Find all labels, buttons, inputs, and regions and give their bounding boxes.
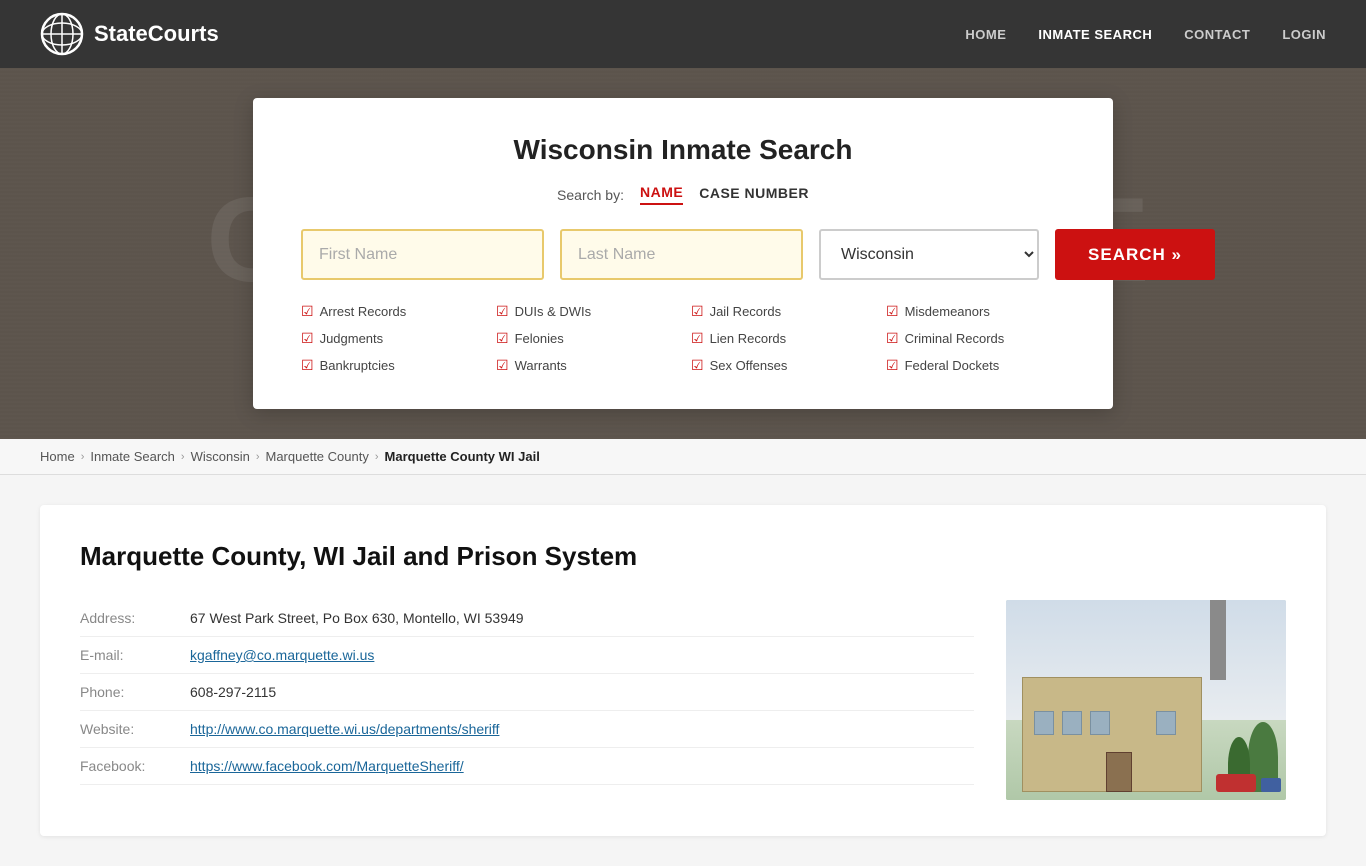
logo-icon: [40, 12, 84, 56]
checkbox-icon: ☑: [301, 357, 314, 374]
breadcrumb-wisconsin[interactable]: Wisconsin: [191, 449, 250, 464]
info-row-facebook: Facebook: https://www.facebook.com/Marqu…: [80, 748, 974, 785]
info-row-address: Address: 67 West Park Street, Po Box 630…: [80, 600, 974, 637]
breadcrumb-marquette-county[interactable]: Marquette County: [266, 449, 369, 464]
checkbox-federal-dockets: ☑ Federal Dockets: [886, 354, 1065, 377]
checkbox-bankruptcies: ☑ Bankruptcies: [301, 354, 480, 377]
checkbox-icon: ☑: [691, 357, 704, 374]
checkbox-duis: ☑ DUIs & DWIs: [496, 300, 675, 323]
content-layout: Address: 67 West Park Street, Po Box 630…: [80, 600, 1286, 800]
breadcrumb-inmate-search[interactable]: Inmate Search: [90, 449, 175, 464]
breadcrumb-current: Marquette County WI Jail: [385, 449, 540, 464]
content-card: Marquette County, WI Jail and Prison Sys…: [40, 505, 1326, 836]
first-name-input[interactable]: [301, 229, 544, 280]
tab-case-number[interactable]: CASE NUMBER: [699, 185, 809, 204]
checkbox-icon: ☑: [691, 303, 704, 320]
jail-image: [1006, 600, 1286, 800]
checkbox-label: Jail Records: [710, 304, 782, 319]
search-card-title: Wisconsin Inmate Search: [301, 134, 1065, 166]
checkbox-criminal-records: ☑ Criminal Records: [886, 327, 1065, 350]
checkbox-icon: ☑: [301, 330, 314, 347]
breadcrumb-home[interactable]: Home: [40, 449, 75, 464]
checkbox-label: DUIs & DWIs: [515, 304, 592, 319]
info-row-phone: Phone: 608-297-2115: [80, 674, 974, 711]
info-label-phone: Phone:: [80, 684, 190, 700]
info-value-email[interactable]: kgaffney@co.marquette.wi.us: [190, 647, 374, 663]
nav-contact[interactable]: CONTACT: [1184, 27, 1250, 42]
content-area: Marquette County, WI Jail and Prison Sys…: [0, 475, 1366, 866]
checkbox-icon: ☑: [301, 303, 314, 320]
checkbox-lien-records: ☑ Lien Records: [691, 327, 870, 350]
checkbox-icon: ☑: [886, 330, 899, 347]
info-row-email: E-mail: kgaffney@co.marquette.wi.us: [80, 637, 974, 674]
checkbox-judgments: ☑ Judgments: [301, 327, 480, 350]
checkbox-label: Misdemeanors: [905, 304, 990, 319]
checkbox-jail-records: ☑ Jail Records: [691, 300, 870, 323]
search-by-label: Search by:: [557, 187, 624, 203]
info-label-website: Website:: [80, 721, 190, 737]
hero-area: COURTHOUSE Wisconsin Inmate Search Searc…: [0, 68, 1366, 439]
search-by-row: Search by: NAME CASE NUMBER: [301, 184, 1065, 205]
logo-text: StateCourts: [94, 21, 219, 47]
last-name-input[interactable]: [560, 229, 803, 280]
info-value-address: 67 West Park Street, Po Box 630, Montell…: [190, 610, 524, 626]
info-label-address: Address:: [80, 610, 190, 626]
site-nav: HOME INMATE SEARCH CONTACT LOGIN: [965, 27, 1326, 42]
car-2: [1261, 778, 1281, 792]
breadcrumb-sep-1: ›: [81, 451, 85, 463]
breadcrumb-sep-4: ›: [375, 451, 379, 463]
checkbox-icon: ☑: [496, 330, 509, 347]
checkbox-label: Criminal Records: [905, 331, 1005, 346]
search-card: Wisconsin Inmate Search Search by: NAME …: [253, 98, 1113, 409]
info-label-email: E-mail:: [80, 647, 190, 663]
checkboxes-grid: ☑ Arrest Records ☑ DUIs & DWIs ☑ Jail Re…: [301, 300, 1065, 377]
checkbox-label: Judgments: [320, 331, 384, 346]
info-value-website[interactable]: http://www.co.marquette.wi.us/department…: [190, 721, 499, 737]
state-select[interactable]: Wisconsin AlabamaAlaskaArizona ArkansasC…: [819, 229, 1039, 280]
checkbox-arrest-records: ☑ Arrest Records: [301, 300, 480, 323]
window-3: [1090, 711, 1110, 735]
checkbox-icon: ☑: [886, 303, 899, 320]
checkbox-label: Federal Dockets: [905, 358, 1000, 373]
search-inputs-row: Wisconsin AlabamaAlaskaArizona ArkansasC…: [301, 229, 1065, 280]
nav-login[interactable]: LOGIN: [1282, 27, 1326, 42]
checkbox-icon: ☑: [496, 303, 509, 320]
checkbox-warrants: ☑ Warrants: [496, 354, 675, 377]
checkbox-label: Arrest Records: [320, 304, 407, 319]
checkbox-icon: ☑: [886, 357, 899, 374]
checkbox-label: Warrants: [515, 358, 567, 373]
tower: [1210, 600, 1226, 680]
site-header: StateCourts HOME INMATE SEARCH CONTACT L…: [0, 0, 1366, 68]
car-1: [1216, 774, 1256, 792]
info-label-facebook: Facebook:: [80, 758, 190, 774]
tab-name[interactable]: NAME: [640, 184, 683, 205]
breadcrumb: Home › Inmate Search › Wisconsin › Marqu…: [0, 439, 1366, 475]
window-1: [1034, 711, 1054, 735]
checkbox-label: Felonies: [515, 331, 564, 346]
info-section: Address: 67 West Park Street, Po Box 630…: [80, 600, 974, 785]
checkbox-icon: ☑: [691, 330, 704, 347]
info-value-phone: 608-297-2115: [190, 684, 276, 700]
checkbox-sex-offenses: ☑ Sex Offenses: [691, 354, 870, 377]
search-button[interactable]: SEARCH »: [1055, 229, 1215, 280]
logo[interactable]: StateCourts: [40, 12, 219, 56]
window-2: [1062, 711, 1082, 735]
breadcrumb-sep-3: ›: [256, 451, 260, 463]
info-row-website: Website: http://www.co.marquette.wi.us/d…: [80, 711, 974, 748]
breadcrumb-sep-2: ›: [181, 451, 185, 463]
door: [1106, 752, 1132, 792]
checkbox-misdemeanors: ☑ Misdemeanors: [886, 300, 1065, 323]
window-4: [1156, 711, 1176, 735]
info-value-facebook[interactable]: https://www.facebook.com/MarquetteSherif…: [190, 758, 464, 774]
nav-home[interactable]: HOME: [965, 27, 1006, 42]
nav-inmate-search[interactable]: INMATE SEARCH: [1038, 27, 1152, 42]
content-title: Marquette County, WI Jail and Prison Sys…: [80, 541, 1286, 572]
checkbox-icon: ☑: [496, 357, 509, 374]
checkbox-felonies: ☑ Felonies: [496, 327, 675, 350]
checkbox-label: Bankruptcies: [320, 358, 395, 373]
checkbox-label: Lien Records: [710, 331, 787, 346]
checkbox-label: Sex Offenses: [710, 358, 788, 373]
